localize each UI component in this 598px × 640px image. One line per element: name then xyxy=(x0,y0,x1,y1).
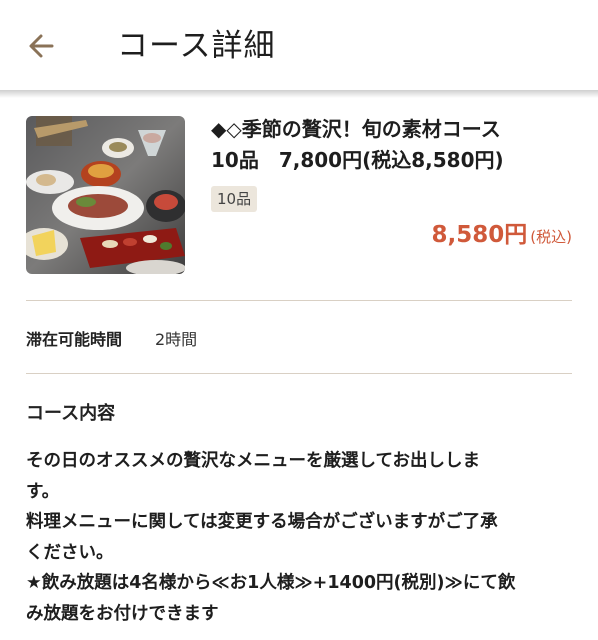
course-name-line: ◆◇季節の贅沢！旬の素材コース xyxy=(211,117,501,141)
item-count-badge: 10品 xyxy=(211,186,258,212)
course-name-line: 10品 7,800円(税込8,580円) xyxy=(211,148,504,172)
stay-time-value: 2時間 xyxy=(155,330,198,349)
back-button[interactable] xyxy=(22,26,66,66)
course-content-title: コース内容 xyxy=(26,403,116,424)
divider xyxy=(26,300,572,301)
content-line: み放題をお付けできます xyxy=(26,603,219,624)
content-line: す。 xyxy=(26,481,60,502)
content-line: ください。 xyxy=(26,542,114,563)
page-title: コース詳細 xyxy=(117,28,276,64)
stay-time-label: 滞在可能時間 xyxy=(26,330,123,349)
course-content-body: その日のオススメの贅沢なメニューを厳選してお出ししま す。 料理メニューに関して… xyxy=(26,446,574,629)
price-row: 8,580円 (税込) xyxy=(432,215,572,249)
food-course-photo xyxy=(26,116,185,274)
course-price: 8,580円 xyxy=(431,222,528,248)
divider xyxy=(26,373,572,374)
app-header: コース詳細 xyxy=(0,0,598,90)
header-shadow xyxy=(0,90,598,98)
arrow-left-icon xyxy=(29,34,54,58)
content-line: その日のオススメの贅沢なメニューを厳選してお出ししま xyxy=(26,451,480,471)
course-name: ◆◇季節の贅沢！旬の素材コース 10品 7,800円(税込8,580円) xyxy=(211,114,571,176)
price-tax-note: (税込) xyxy=(530,228,572,246)
content-line: 料理メニューに関しては変更する場合がございますがご了承 xyxy=(26,512,498,532)
course-detail-screen: コース詳細 ◆◇季節の贅沢！旬の素材コース 10品 7,800円(税込8,580… xyxy=(0,0,598,640)
course-photo xyxy=(26,116,185,274)
content-line: ★飲み放題は4名様から≪お1人様≫+1400円(税別)≫にて飲 xyxy=(26,573,516,593)
